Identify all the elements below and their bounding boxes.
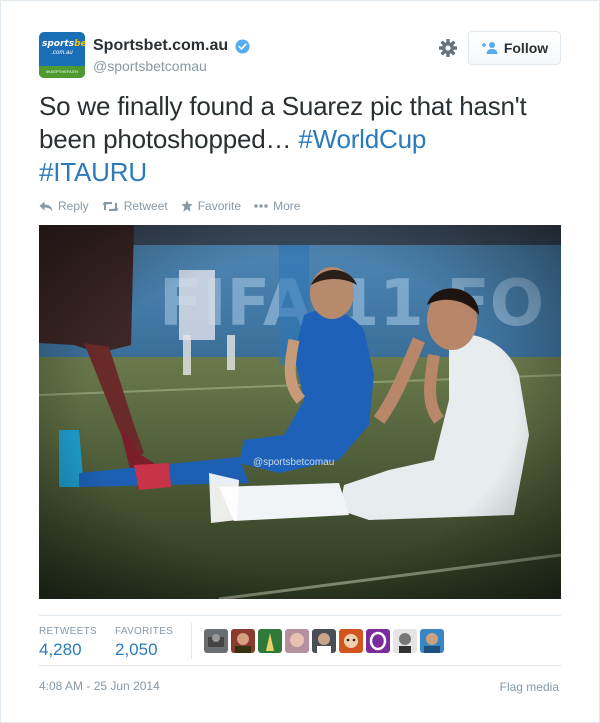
more-action[interactable]: More [254, 199, 300, 213]
favoriter-avatar[interactable] [258, 629, 282, 653]
favoriter-avatar[interactable] [312, 629, 336, 653]
avatar-logo-text: sportsbet [42, 39, 85, 49]
favorite-label: Favorite [197, 199, 242, 213]
add-user-icon [481, 42, 498, 54]
more-dots-icon [254, 204, 268, 208]
reply-action[interactable]: Reply [39, 199, 89, 213]
gear-icon[interactable] [438, 38, 458, 58]
retweets-stat[interactable]: RETWEETS 4,280 [39, 626, 97, 660]
avatar[interactable]: sportsbet .com.au #KEEPTHEFAITH [39, 32, 85, 78]
tweet-actions: Reply Retweet Favorite More [39, 199, 300, 213]
favorites-stat[interactable]: FAVORITES 2,050 [115, 626, 173, 660]
favorites-count: 2,050 [115, 640, 158, 659]
follow-button[interactable]: Follow [468, 31, 561, 65]
avatar-logo-sub: .com.au [51, 50, 73, 56]
favoriter-avatar[interactable] [285, 629, 309, 653]
favoriter-avatar[interactable] [231, 629, 255, 653]
user-handle[interactable]: @sportsbetcomau [93, 58, 207, 74]
retweets-label: RETWEETS [39, 626, 97, 637]
stats-separator [191, 623, 192, 659]
avatar-band: #KEEPTHEFAITH [39, 66, 85, 78]
favorites-label: FAVORITES [115, 626, 174, 637]
reply-label: Reply [58, 199, 89, 213]
verified-badge-icon [235, 39, 250, 54]
favorite-action[interactable]: Favorite [181, 199, 241, 213]
reply-icon [39, 201, 53, 211]
tweet-photo[interactable]: FIFA 11 FO [39, 225, 561, 599]
retweets-count: 4,280 [39, 640, 82, 659]
favoriter-avatar[interactable] [366, 629, 390, 653]
tweet-text: So we finally found a Suarez pic that ha… [39, 90, 569, 189]
star-icon [181, 200, 193, 212]
photo-image: FIFA 11 FO [39, 225, 561, 599]
retweet-action[interactable]: Retweet [101, 199, 168, 213]
photo-watermark: @sportsbetcomau [253, 457, 335, 468]
favoriter-avatar[interactable] [204, 629, 228, 653]
favoriter-avatars [204, 629, 444, 653]
retweet-label: Retweet [123, 199, 168, 213]
tweet-card: sportsbet .com.au #KEEPTHEFAITH Sportsbe… [0, 0, 600, 723]
divider [39, 615, 561, 616]
retweet-icon [101, 201, 119, 211]
display-name[interactable]: Sportsbet.com.au [93, 37, 228, 55]
favoriter-avatar[interactable] [339, 629, 363, 653]
timestamp[interactable]: 4:08 AM - 25 Jun 2014 [39, 679, 160, 693]
hashtag-worldcup[interactable]: #WorldCup [298, 124, 426, 154]
more-label: More [273, 199, 301, 213]
favoriter-avatar[interactable] [420, 629, 444, 653]
hashtag-itauru[interactable]: #ITAURU [39, 157, 147, 187]
follow-label: Follow [503, 40, 549, 56]
flag-media-link[interactable]: Flag media [500, 680, 559, 694]
divider [39, 665, 561, 666]
tweet-body: So we finally found a Suarez pic that ha… [39, 91, 527, 154]
favoriter-avatar[interactable] [393, 629, 417, 653]
